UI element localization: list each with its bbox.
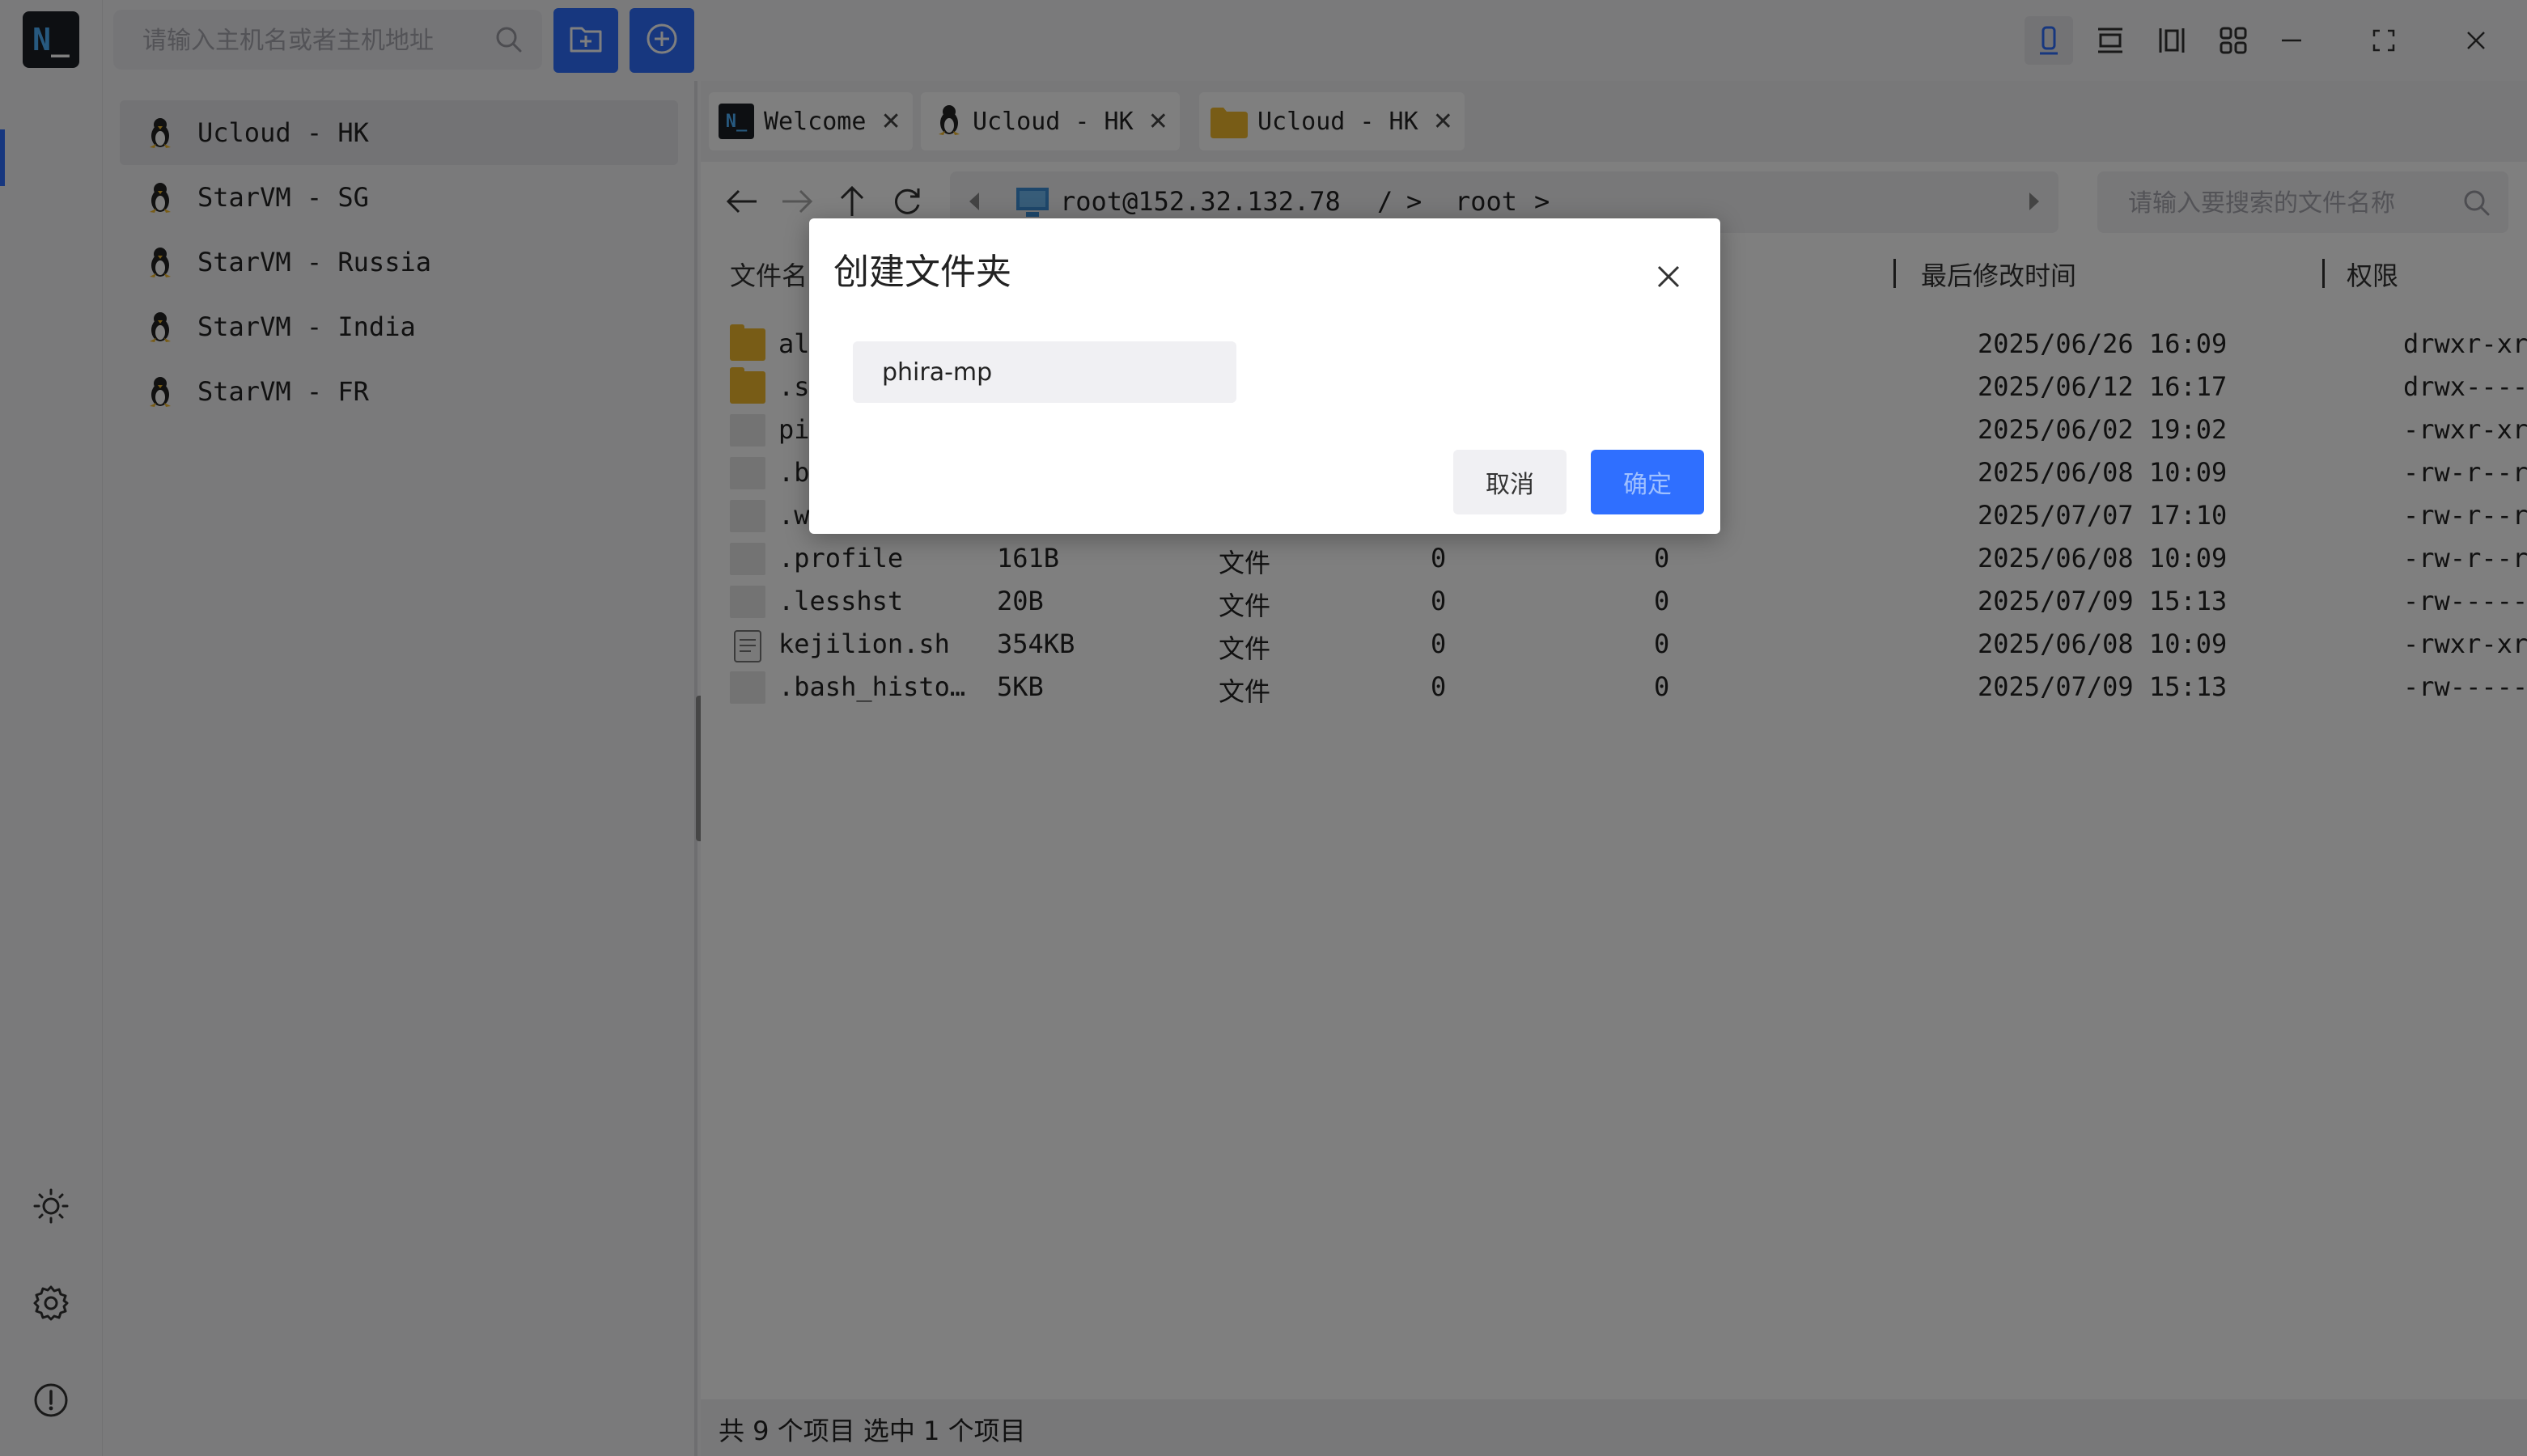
confirm-button[interactable]: 确定 bbox=[1591, 450, 1704, 514]
create-folder-dialog: 创建文件夹 取消 确定 bbox=[809, 218, 1720, 534]
folder-name-input[interactable] bbox=[853, 341, 1236, 403]
close-icon[interactable] bbox=[1654, 262, 1683, 291]
cancel-button[interactable]: 取消 bbox=[1453, 450, 1567, 514]
dialog-title: 创建文件夹 bbox=[833, 252, 1011, 293]
